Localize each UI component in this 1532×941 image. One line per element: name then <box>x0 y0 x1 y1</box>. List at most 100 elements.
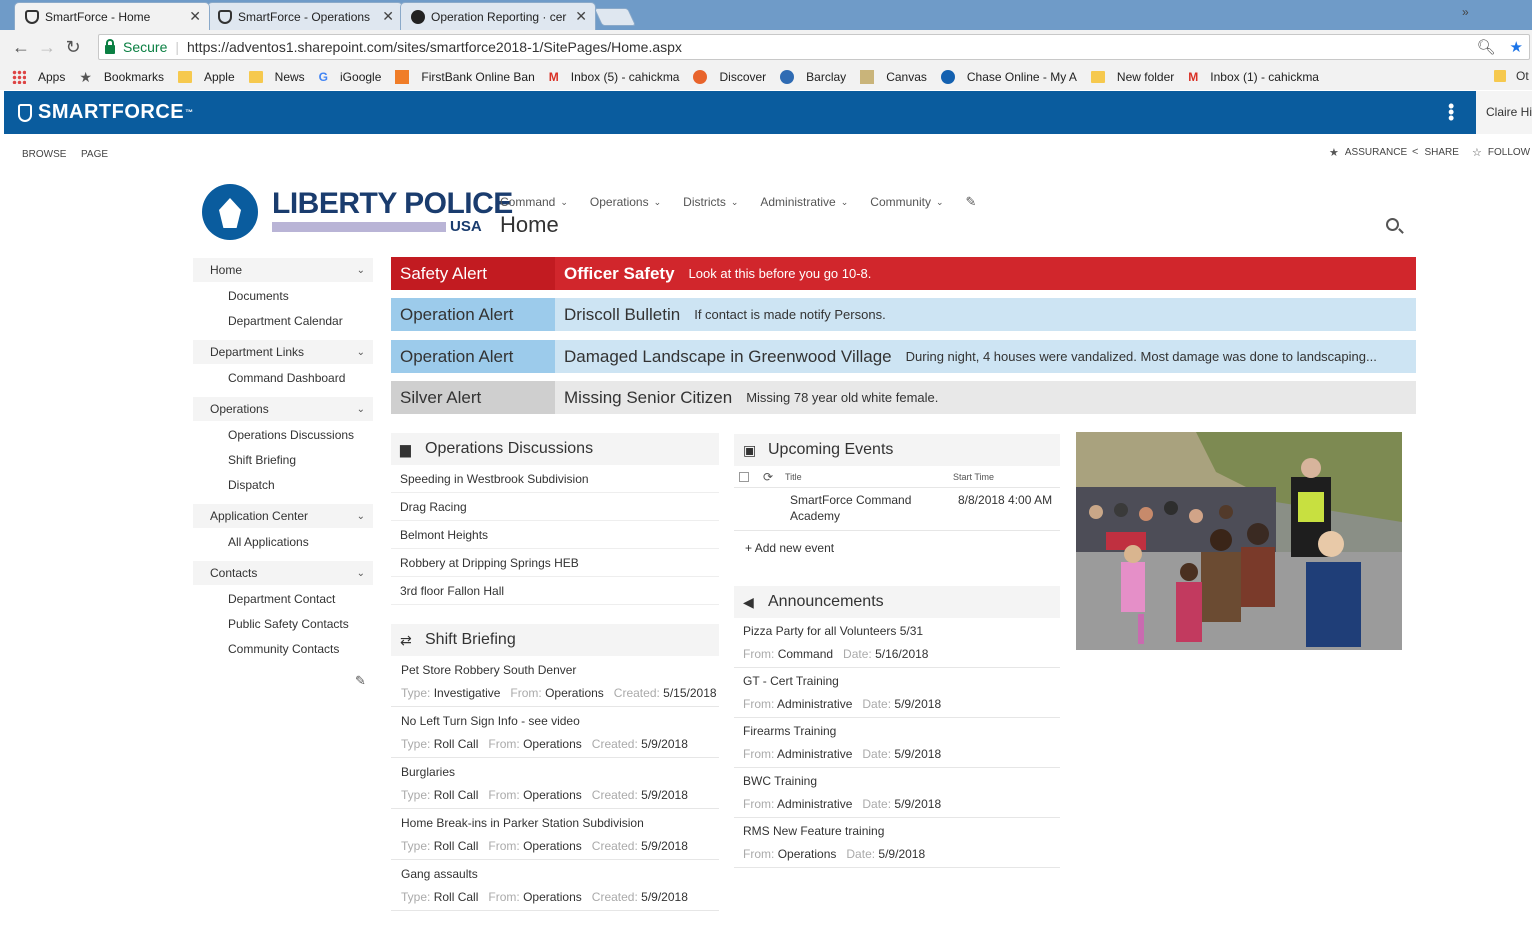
nav-community[interactable]: Community ⌄ <box>870 194 943 210</box>
announcement-item[interactable]: Pizza Party for all Volunteers 5/31 From… <box>734 618 1060 668</box>
select-all-checkbox[interactable] <box>739 471 749 482</box>
refresh-icon[interactable]: ⟳ <box>763 470 785 484</box>
announcement-item[interactable]: RMS New Feature training From: Operation… <box>734 818 1060 868</box>
nav-heading[interactable]: Contacts ⌄ <box>193 561 373 585</box>
nav-link[interactable]: Department Contact <box>193 587 373 612</box>
new-tab-button[interactable] <box>593 8 637 26</box>
announcement-title[interactable]: Firearms Training <box>743 724 1060 738</box>
more-options-icon[interactable]: • • • <box>1448 97 1454 127</box>
discussion-item[interactable]: 3rd floor Fallon Hall <box>391 577 719 605</box>
bookmark-discover[interactable]: Discover <box>693 70 766 84</box>
forward-icon[interactable]: → <box>34 37 60 58</box>
bookmark-firstbank[interactable]: FirstBank Online Ban <box>395 70 535 84</box>
bookmark-chase[interactable]: Chase Online - My A <box>940 70 1077 84</box>
announcement-item[interactable]: BWC Training From: Administrative Date: 5… <box>734 768 1060 818</box>
announcement-title[interactable]: RMS New Feature training <box>743 824 1060 838</box>
back-icon[interactable]: ← <box>8 37 34 58</box>
alert-banner[interactable]: Silver Alert Missing Senior Citizen Miss… <box>391 381 1416 414</box>
briefing-item[interactable]: No Left Turn Sign Info - see video Type:… <box>391 707 719 758</box>
bookmark-canvas[interactable]: Canvas <box>860 70 927 84</box>
alert-banner[interactable]: Safety Alert Officer Safety Look at this… <box>391 257 1416 290</box>
nav-link[interactable]: Command Dashboard <box>193 366 373 391</box>
bookmark-apps[interactable]: Apps <box>12 70 65 84</box>
nav-link[interactable]: Community Contacts <box>193 637 373 662</box>
edit-nav-icon[interactable]: ✎ <box>355 673 366 689</box>
chevron-down-icon[interactable]: ⌄ <box>357 404 365 415</box>
bookmark-igoogle[interactable]: GiGoogle <box>319 70 382 84</box>
close-icon[interactable]: ✕ <box>382 8 394 25</box>
tab-page[interactable]: PAGE <box>81 149 108 160</box>
reload-icon[interactable]: ↻ <box>60 37 86 58</box>
browser-tab[interactable]: SmartForce - Home ✕ <box>14 2 210 30</box>
follow-button[interactable]: ☆ FOLLOW <box>1472 146 1530 159</box>
discussion-item[interactable]: Drag Racing <box>391 493 719 521</box>
bookmark-star-icon[interactable]: ★ <box>1510 38 1523 56</box>
nav-link[interactable]: Shift Briefing <box>193 448 373 473</box>
briefing-item[interactable]: Pet Store Robbery South Denver Type: Inv… <box>391 656 719 707</box>
alert-banner[interactable]: Operation Alert Damaged Landscape in Gre… <box>391 340 1416 373</box>
nav-link[interactable]: Department Calendar <box>193 309 373 334</box>
bookmark-inbox-5[interactable]: M Inbox (5) - cahickma <box>549 70 680 84</box>
chevron-down-icon[interactable]: ⌄ <box>357 347 365 358</box>
column-header-start[interactable]: Start Time <box>953 472 994 482</box>
nav-link[interactable]: Public Safety Contacts <box>193 612 373 637</box>
briefing-title[interactable]: Gang assaults <box>401 867 719 881</box>
url-field[interactable]: Secure | https://adventos1.sharepoint.co… <box>98 34 1530 60</box>
nav-heading[interactable]: Operations ⌄ <box>193 397 373 421</box>
announcement-title[interactable]: Pizza Party for all Volunteers 5/31 <box>743 624 1060 638</box>
discussion-item[interactable]: Speeding in Westbrook Subdivision <box>391 465 719 493</box>
chevron-down-icon[interactable]: ⌄ <box>357 511 365 522</box>
search-icon[interactable] <box>1386 218 1399 231</box>
bookmark-new-folder[interactable]: New folder <box>1090 70 1174 84</box>
edit-links-icon[interactable]: ✎ <box>966 194 977 210</box>
discussion-item[interactable]: Robbery at Dripping Springs HEB <box>391 549 719 577</box>
browser-tab[interactable]: Operation Reporting · cer ✕ <box>400 2 596 30</box>
bookmark-inbox-1[interactable]: M Inbox (1) - cahickma <box>1188 70 1319 84</box>
nav-heading[interactable]: Department Links ⌄ <box>193 340 373 364</box>
nav-heading[interactable]: Home ⌄ <box>193 258 373 282</box>
bookmark-apple[interactable]: Apple <box>177 70 235 84</box>
bookmark-barclay[interactable]: Barclay <box>780 70 846 84</box>
webpart-title[interactable]: Upcoming Events <box>768 441 893 459</box>
bookmark-other[interactable]: Ot <box>1494 69 1529 83</box>
announcement-title[interactable]: BWC Training <box>743 774 1060 788</box>
assurance-button[interactable]: ★ ASSURANCE <box>1329 146 1407 159</box>
close-icon[interactable]: ✕ <box>575 8 587 25</box>
column-header-title[interactable]: Title <box>785 472 953 482</box>
webpart-title[interactable]: Operations Discussions <box>425 440 593 458</box>
briefing-title[interactable]: Home Break-ins in Parker Station Subdivi… <box>401 816 719 830</box>
announcement-item[interactable]: Firearms Training From: Administrative Da… <box>734 718 1060 768</box>
discussion-item[interactable]: Belmont Heights <box>391 521 719 549</box>
bookmarks-overflow-icon[interactable]: » <box>1462 5 1469 19</box>
briefing-item[interactable]: Gang assaults Type: Roll Call From: Opera… <box>391 860 719 911</box>
webpart-title[interactable]: Announcements <box>768 593 884 611</box>
nav-link[interactable]: Operations Discussions <box>193 423 373 448</box>
briefing-title[interactable]: Burglaries <box>401 765 719 779</box>
nav-link[interactable]: All Applications <box>193 530 373 555</box>
nav-link[interactable]: Documents <box>193 284 373 309</box>
add-event-link[interactable]: + Add new event <box>745 541 1060 555</box>
statue-of-liberty-logo[interactable] <box>202 184 258 240</box>
nav-operations[interactable]: Operations ⌄ <box>590 194 661 210</box>
nav-administrative[interactable]: Administrative ⌄ <box>760 194 848 210</box>
url-text[interactable]: https://adventos1.sharepoint.com/sites/s… <box>187 39 1477 55</box>
user-menu[interactable]: Claire Hic <box>1476 91 1532 134</box>
briefing-item[interactable]: Home Break-ins in Parker Station Subdivi… <box>391 809 719 860</box>
event-row[interactable]: SmartForce Command Academy 8/8/2018 4:00… <box>734 488 1060 531</box>
event-title[interactable]: SmartForce Command Academy <box>790 492 958 524</box>
browser-tab[interactable]: SmartForce - Operations ✕ <box>207 2 403 30</box>
chevron-down-icon[interactable]: ⌄ <box>357 568 365 579</box>
announcement-title[interactable]: GT - Cert Training <box>743 674 1060 688</box>
bookmark-news[interactable]: News <box>248 70 305 84</box>
nav-districts[interactable]: Districts ⌄ <box>683 194 738 210</box>
nav-command[interactable]: Command ⌄ <box>500 194 568 210</box>
share-button[interactable]: < SHARE <box>1412 146 1459 158</box>
webpart-title[interactable]: Shift Briefing <box>425 631 516 649</box>
bookmark-bookmarks[interactable]: ★ Bookmarks <box>79 69 164 86</box>
alert-banner[interactable]: Operation Alert Driscoll Bulletin If con… <box>391 298 1416 331</box>
tab-browse[interactable]: BROWSE <box>22 149 66 160</box>
briefing-title[interactable]: No Left Turn Sign Info - see video <box>401 714 719 728</box>
chevron-down-icon[interactable]: ⌄ <box>357 265 365 276</box>
briefing-title[interactable]: Pet Store Robbery South Denver <box>401 663 719 677</box>
briefing-item[interactable]: Burglaries Type: Roll Call From: Operatio… <box>391 758 719 809</box>
